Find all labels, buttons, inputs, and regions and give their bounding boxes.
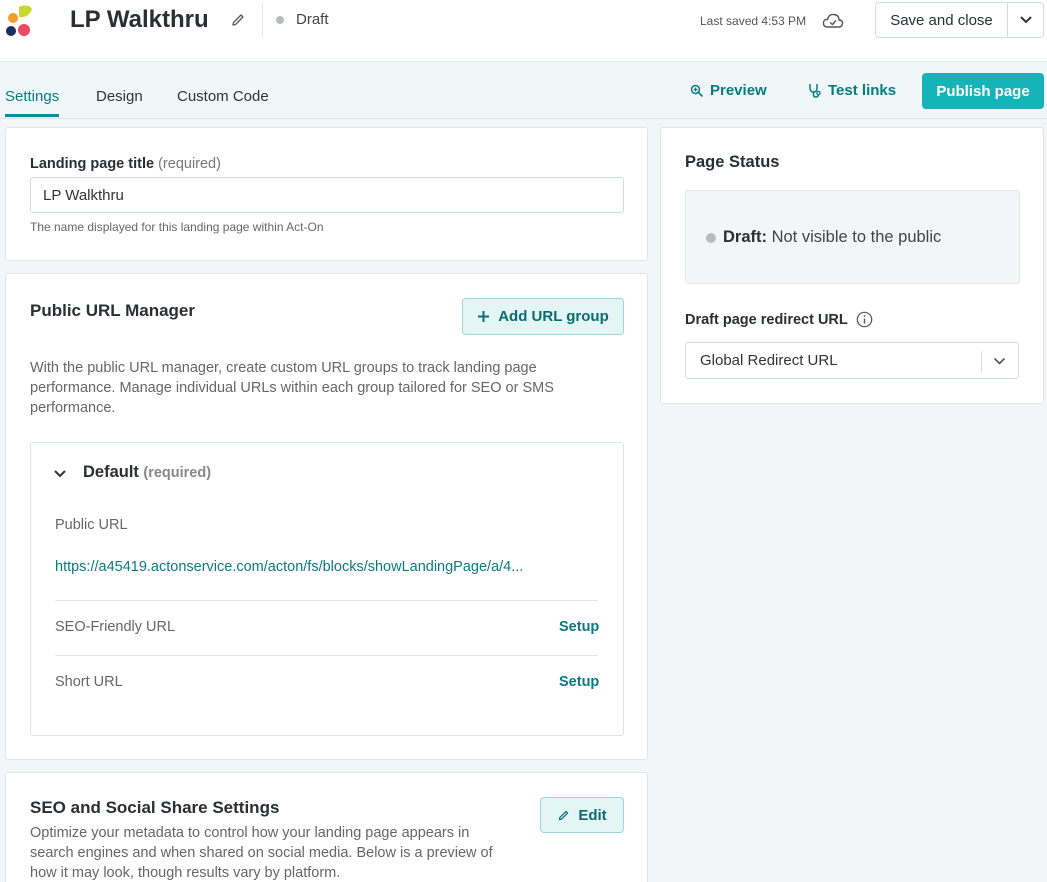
redirect-url-select[interactable]: Global Redirect URL bbox=[685, 342, 1019, 379]
page-status-card: Page Status Draft: Not visible to the pu… bbox=[660, 127, 1044, 404]
redirect-label: Draft page redirect URL bbox=[685, 311, 848, 328]
status-dot-icon bbox=[706, 233, 716, 243]
info-icon[interactable] bbox=[856, 311, 873, 328]
preview-button[interactable]: Preview bbox=[690, 82, 767, 99]
add-url-group-label: Add URL group bbox=[498, 308, 609, 325]
short-url-setup-link[interactable]: Setup bbox=[559, 674, 599, 690]
title-helper-text: The name displayed for this landing page… bbox=[30, 220, 324, 234]
url-group-name: Default bbox=[83, 463, 139, 481]
tab-settings[interactable]: Settings bbox=[5, 88, 59, 105]
save-and-close-button[interactable]: Save and close bbox=[875, 2, 1008, 38]
public-url-label: Public URL bbox=[55, 517, 128, 533]
seo-description: Optimize your metadata to control how yo… bbox=[30, 825, 493, 881]
status-bold: Draft: bbox=[723, 228, 767, 246]
publish-page-button[interactable]: Publish page bbox=[922, 73, 1044, 109]
redirect-label-row: Draft page redirect URL bbox=[685, 311, 873, 328]
url-group-title[interactable]: Default (required) bbox=[83, 463, 211, 482]
last-saved-text: Last saved 4:53 PM bbox=[700, 14, 807, 28]
url-manager-heading: Public URL Manager bbox=[30, 301, 195, 320]
public-url-link[interactable]: https://a45419.actonservice.com/acton/fs… bbox=[55, 559, 595, 575]
active-tab-indicator bbox=[5, 114, 59, 117]
tab-bar: Settings Design Custom Code Preview Test… bbox=[0, 63, 1047, 119]
edit-seo-button[interactable]: Edit bbox=[540, 797, 624, 833]
test-links-label: Test links bbox=[828, 82, 897, 99]
act-on-logo[interactable] bbox=[4, 4, 34, 36]
tab-design[interactable]: Design bbox=[96, 88, 143, 105]
edit-label: Edit bbox=[578, 806, 607, 824]
select-divider bbox=[981, 351, 982, 372]
chevron-down-icon[interactable] bbox=[53, 469, 67, 479]
edit-title-pencil-icon[interactable] bbox=[230, 12, 246, 28]
row-divider bbox=[55, 600, 598, 601]
seo-social-share-card: SEO and Social Share Settings Edit Optim… bbox=[5, 772, 648, 882]
preview-label: Preview bbox=[710, 82, 767, 99]
status-description: Not visible to the public bbox=[771, 228, 942, 246]
plus-icon bbox=[478, 311, 490, 322]
pencil-icon bbox=[559, 810, 569, 820]
short-url-label: Short URL bbox=[55, 674, 123, 690]
preview-magnifier-icon bbox=[690, 84, 704, 97]
top-header: LP Walkthru Draft Last saved 4:53 PM Sav… bbox=[0, 0, 1047, 62]
url-group-required: (required) bbox=[143, 465, 212, 481]
redirect-selected-value: Global Redirect URL bbox=[700, 352, 838, 369]
url-manager-description: With the public URL manager, create cust… bbox=[30, 360, 554, 416]
required-tag: (required) bbox=[158, 156, 221, 172]
test-links-button[interactable]: Test links bbox=[808, 82, 896, 99]
seo-url-setup-link[interactable]: Setup bbox=[559, 619, 599, 635]
seo-friendly-url-label: SEO-Friendly URL bbox=[55, 619, 176, 635]
title-label-text: Landing page title bbox=[30, 156, 155, 172]
test-links-stethoscope-icon bbox=[809, 84, 821, 98]
row-divider bbox=[55, 655, 598, 656]
add-url-group-button[interactable]: Add URL group bbox=[462, 298, 624, 335]
status-label: Draft bbox=[296, 11, 329, 28]
title-field-label: Landing page title (required) bbox=[30, 156, 221, 172]
cloud-sync-icon bbox=[822, 13, 844, 28]
seo-heading: SEO and Social Share Settings bbox=[30, 798, 280, 817]
status-message: Draft: Not visible to the public bbox=[723, 228, 941, 247]
landing-page-title-input[interactable]: LP Walkthru bbox=[30, 177, 624, 213]
page-title: LP Walkthru bbox=[70, 6, 209, 33]
page-status-heading: Page Status bbox=[685, 153, 780, 171]
chevron-down-icon bbox=[993, 357, 1006, 365]
chevron-down-icon bbox=[1019, 16, 1032, 24]
header-divider bbox=[262, 4, 263, 36]
save-options-dropdown-button[interactable] bbox=[1007, 2, 1044, 38]
tab-custom-code[interactable]: Custom Code bbox=[177, 88, 269, 105]
status-box: Draft: Not visible to the public bbox=[685, 190, 1020, 284]
default-url-group: Default (required) Public URL https://a4… bbox=[30, 442, 624, 736]
landing-page-title-card: Landing page title (required) LP Walkthr… bbox=[5, 127, 648, 261]
status-dot-icon bbox=[276, 16, 284, 24]
public-url-manager-card: Public URL Manager Add URL group With th… bbox=[5, 273, 648, 760]
